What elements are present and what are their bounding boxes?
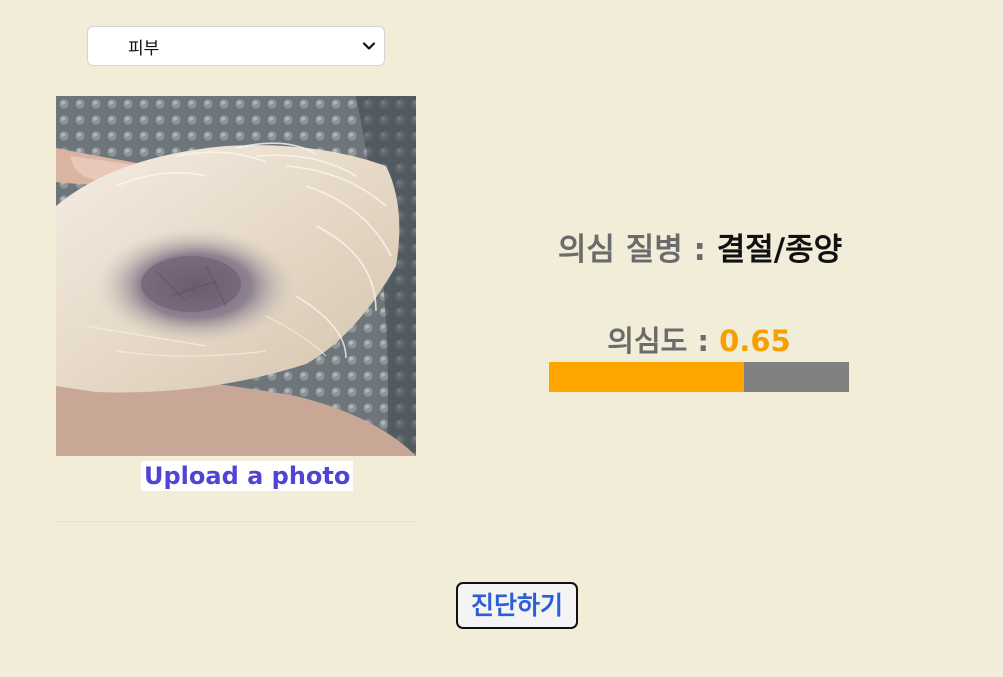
category-select-value: 피부: [128, 38, 160, 59]
confidence-value: 0.65: [719, 324, 791, 358]
category-select[interactable]: 피부: [87, 26, 385, 66]
suspected-disease-value: 결절/종양: [716, 232, 843, 268]
chevron-down-icon: [362, 42, 376, 50]
upload-photo-link[interactable]: Upload a photo: [141, 461, 354, 491]
confidence: 의심도 : 0.65: [549, 320, 849, 362]
confidence-progress-bar: [549, 362, 849, 392]
suspected-disease-label: 의심 질병 :: [557, 232, 717, 268]
confidence-label: 의심도 :: [607, 324, 720, 358]
confidence-progress-fill: [549, 362, 744, 392]
uploaded-photo: [56, 96, 416, 456]
diagnose-button[interactable]: 진단하기: [456, 582, 578, 629]
divider: [56, 521, 416, 522]
suspected-disease: 의심 질병 : 결절/종양: [480, 228, 920, 272]
